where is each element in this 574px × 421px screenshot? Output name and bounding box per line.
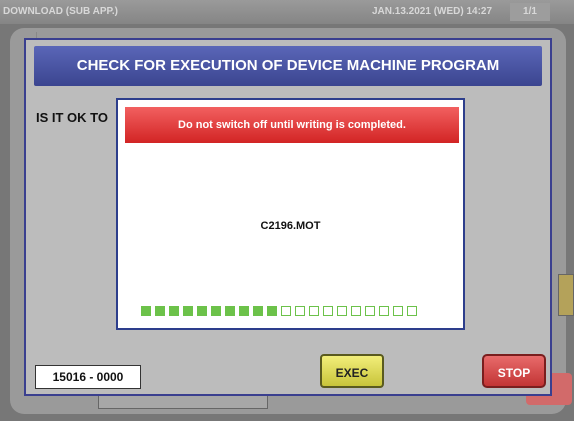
progress-segment [141,306,151,316]
progress-segment [337,306,347,316]
progress-bar [141,306,417,316]
background-side-button [558,274,574,316]
progress-segment [197,306,207,316]
file-name: C2196.MOT [260,220,321,232]
progress-segment [239,306,249,316]
progress-segment [379,306,389,316]
progress-dialog: Do not switch off until writing is compl… [116,98,465,330]
progress-segment [323,306,333,316]
dialog-title: CHECK FOR EXECUTION OF DEVICE MACHINE PR… [34,46,542,86]
progress-segment [351,306,361,316]
status-bar: DOWNLOAD (SUB APP.) JAN.13.2021 (WED) 14… [0,0,574,24]
progress-segment [253,306,263,316]
question-text: IS IT OK TO [36,110,108,125]
stop-button[interactable]: STOP [482,354,546,388]
progress-segment [281,306,291,316]
progress-segment [267,306,277,316]
progress-segment [393,306,403,316]
datetime: JAN.13.2021 (WED) 14:27 [372,6,493,17]
page-indicator: 1/1 [510,3,550,21]
progress-segment [155,306,165,316]
progress-segment [211,306,221,316]
progress-segment [295,306,305,316]
app-title: DOWNLOAD (SUB APP.) [3,6,118,17]
progress-segment [365,306,375,316]
exec-button[interactable]: EXEC [320,354,384,388]
code-display: 15016 - 0000 [35,365,141,389]
progress-segment [225,306,235,316]
progress-segment [183,306,193,316]
progress-segment [169,306,179,316]
progress-segment [309,306,319,316]
progress-segment [407,306,417,316]
warning-banner: Do not switch off until writing is compl… [125,107,459,143]
